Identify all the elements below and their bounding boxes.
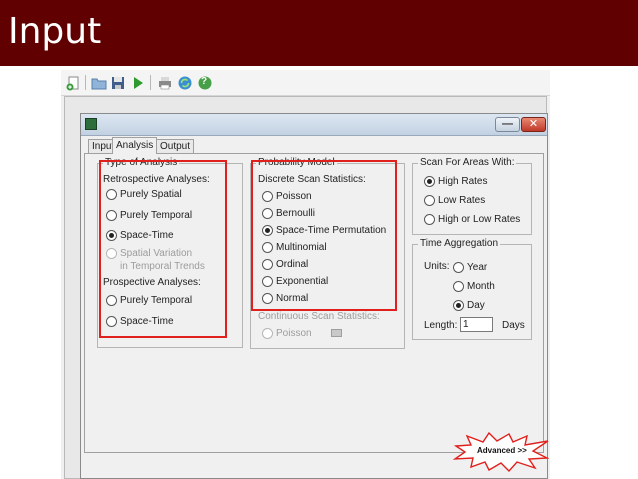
analysis-settings-dialog: — ✕ Input Analysis Output Type of Analys…	[80, 113, 548, 479]
radio-high-or-low-rates[interactable]: High or Low Rates	[424, 212, 520, 226]
new-session-icon[interactable]	[65, 74, 82, 91]
dialog-titlebar[interactable]: — ✕	[81, 114, 547, 136]
scan-for-areas-group: Scan For Areas With: High Rates Low Rate…	[412, 157, 532, 235]
radio-circle	[262, 327, 273, 339]
update-icon[interactable]	[176, 74, 193, 91]
save-session-icon[interactable]	[109, 74, 126, 91]
type-of-analysis-highlight	[99, 160, 227, 338]
radio-label: Day	[467, 299, 485, 311]
radio-circle	[453, 261, 464, 273]
length-label: Length:	[424, 320, 458, 331]
radio-circle	[453, 280, 464, 292]
advanced-label: Advanced >>	[477, 446, 527, 455]
toolbar-separator	[150, 75, 151, 90]
radio-month[interactable]: Month	[453, 279, 495, 293]
radio-label: High Rates	[438, 175, 488, 187]
radio-circle-selected	[424, 175, 435, 187]
help-glyph: ?	[201, 76, 208, 87]
open-session-icon[interactable]	[90, 74, 107, 91]
radio-label: Low Rates	[438, 194, 486, 206]
toolbar-separator	[85, 75, 86, 90]
radio-continuous-poisson: Poisson	[262, 326, 312, 340]
minimize-button[interactable]: —	[495, 117, 520, 132]
probability-model-highlight	[251, 160, 397, 311]
time-aggregation-title: Time Aggregation	[418, 238, 501, 250]
advanced-button[interactable]: Advanced >>	[452, 431, 550, 473]
slide-title: Input	[8, 11, 102, 52]
main-toolbar: ?	[61, 70, 550, 96]
app-icon	[85, 118, 97, 130]
radio-circle	[424, 213, 435, 225]
continuous-settings-button	[331, 329, 342, 337]
close-button[interactable]: ✕	[521, 117, 546, 132]
execute-icon[interactable]	[129, 74, 146, 91]
radio-circle-selected	[453, 299, 464, 311]
radio-year[interactable]: Year	[453, 260, 487, 274]
scan-for-areas-title: Scan For Areas With:	[418, 157, 517, 169]
help-icon[interactable]: ?	[196, 74, 213, 91]
radio-label: Month	[467, 280, 495, 292]
slide-header: Input	[0, 0, 638, 66]
radio-circle	[424, 194, 435, 206]
radio-high-rates[interactable]: High Rates	[424, 174, 487, 188]
print-icon[interactable]	[156, 74, 173, 91]
app-screenshot: ? — ✕ Input Analysis Output Type of Anal…	[61, 70, 550, 479]
radio-label: High or Low Rates	[438, 213, 521, 225]
radio-label: Year	[467, 261, 488, 273]
radio-day[interactable]: Day	[453, 298, 485, 312]
tab-analysis[interactable]: Analysis	[112, 137, 158, 154]
analysis-tab-panel: Type of Analysis Retrospective Analyses:…	[84, 153, 544, 453]
radio-low-rates[interactable]: Low Rates	[424, 193, 485, 207]
days-label: Days	[502, 320, 525, 331]
radio-label: Poisson	[276, 327, 312, 339]
length-input[interactable]	[460, 317, 493, 332]
units-label: Units:	[424, 261, 450, 272]
continuous-scan-label: Continuous Scan Statistics:	[258, 311, 380, 322]
tab-output[interactable]: Output	[156, 139, 195, 153]
